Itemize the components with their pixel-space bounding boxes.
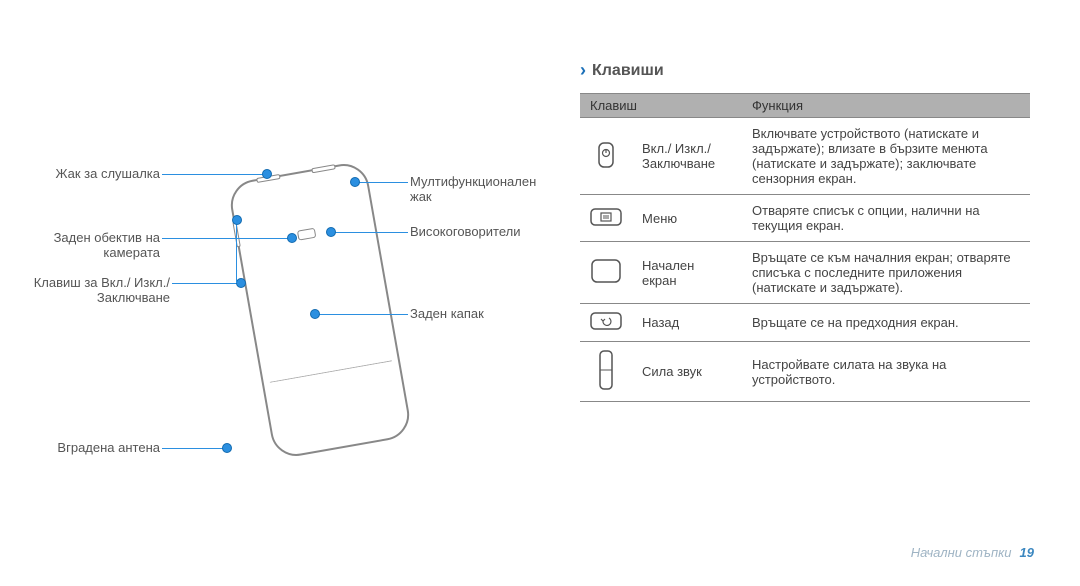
leader-dot (222, 443, 232, 453)
home-key-icon (591, 259, 621, 283)
key-label: Начален екран (632, 242, 742, 304)
table-row: Начален екран Връщате се към началния ек… (580, 242, 1030, 304)
col-header-key: Клавиш (580, 94, 742, 118)
multifunction-jack-shape (311, 164, 336, 173)
key-label: Сила звук (632, 342, 742, 402)
label-power-key: Клавиш за Вкл./ Изкл./ Заключване (30, 275, 170, 305)
section-title: Клавиши (592, 62, 664, 80)
leader-line (162, 448, 224, 449)
leader-dot (350, 177, 360, 187)
leader-line (162, 174, 265, 175)
back-cover-shape (270, 360, 399, 421)
table-row: Назад Връщате се на предходния екран. (580, 304, 1030, 342)
leader-dot (326, 227, 336, 237)
table-row: Вкл./ Изкл./ Заключване Включвате устрой… (580, 118, 1030, 195)
rear-camera-shape (297, 228, 316, 241)
label-back-cover: Заден капак (410, 306, 560, 321)
label-multifunction-jack: Мултифункционален жак (410, 174, 560, 204)
leader-line (172, 283, 238, 284)
label-rear-camera: Заден обектив на камерата (30, 230, 160, 260)
page-footer: Начални стъпки 19 (911, 545, 1034, 560)
phone-outline (227, 160, 413, 460)
leader-line (162, 238, 290, 239)
table-header-row: Клавиш Функция (580, 94, 1030, 118)
section-heading: › Клавиши (580, 60, 1030, 81)
col-header-function: Функция (742, 94, 1030, 118)
chevron-icon: › (580, 60, 586, 81)
key-label: Вкл./ Изкл./ Заключване (632, 118, 742, 195)
leader-line (332, 232, 408, 233)
leader-dot (287, 233, 297, 243)
phone-body (227, 160, 413, 460)
volume-key-icon (599, 350, 613, 390)
label-speakers: Високоговорители (410, 224, 560, 239)
power-key-icon (596, 142, 616, 168)
key-function: Включвате устройството (натискате и задъ… (742, 118, 1030, 195)
page-number: 19 (1020, 545, 1034, 560)
key-label: Назад (632, 304, 742, 342)
key-icon-cell (580, 118, 632, 195)
back-key-icon (590, 312, 622, 330)
leader-dot (232, 215, 242, 225)
keys-table: Клавиш Функция Вкл./ Изкл./ Заключване В… (580, 93, 1030, 402)
leader-line (318, 314, 408, 315)
leader-line (356, 182, 408, 183)
phone-diagram: Жак за слушалка Заден обектив на камерат… (30, 130, 560, 510)
key-icon-cell (580, 304, 632, 342)
leader-dot (310, 309, 320, 319)
key-label: Меню (632, 195, 742, 242)
key-icon-cell (580, 342, 632, 402)
key-function: Връщате се на предходния екран. (742, 304, 1030, 342)
table-row: Сила звук Настройвате силата на звука на… (580, 342, 1030, 402)
key-icon-cell (580, 195, 632, 242)
table-column: › Клавиши Клавиш Функция Вкл./ Изкл./ За… (560, 60, 1030, 556)
leader-dot (262, 169, 272, 179)
menu-key-icon (590, 208, 622, 226)
label-headset-jack: Жак за слушалка (30, 166, 160, 181)
key-function: Връщате се към началния екран; отваряте … (742, 242, 1030, 304)
leader-line-vert (236, 222, 237, 283)
key-function: Настройвате силата на звука на устройств… (742, 342, 1030, 402)
document-page: Жак за слушалка Заден обектив на камерат… (0, 0, 1080, 586)
key-function: Отваряте списък с опции, налични на теку… (742, 195, 1030, 242)
key-icon-cell (580, 242, 632, 304)
leader-dot (236, 278, 246, 288)
label-internal-antenna: Вградена антена (30, 440, 160, 455)
diagram-column: Жак за слушалка Заден обектив на камерат… (30, 60, 560, 556)
breadcrumb: Начални стъпки (911, 545, 1012, 560)
table-row: Меню Отваряте списък с опции, налични на… (580, 195, 1030, 242)
